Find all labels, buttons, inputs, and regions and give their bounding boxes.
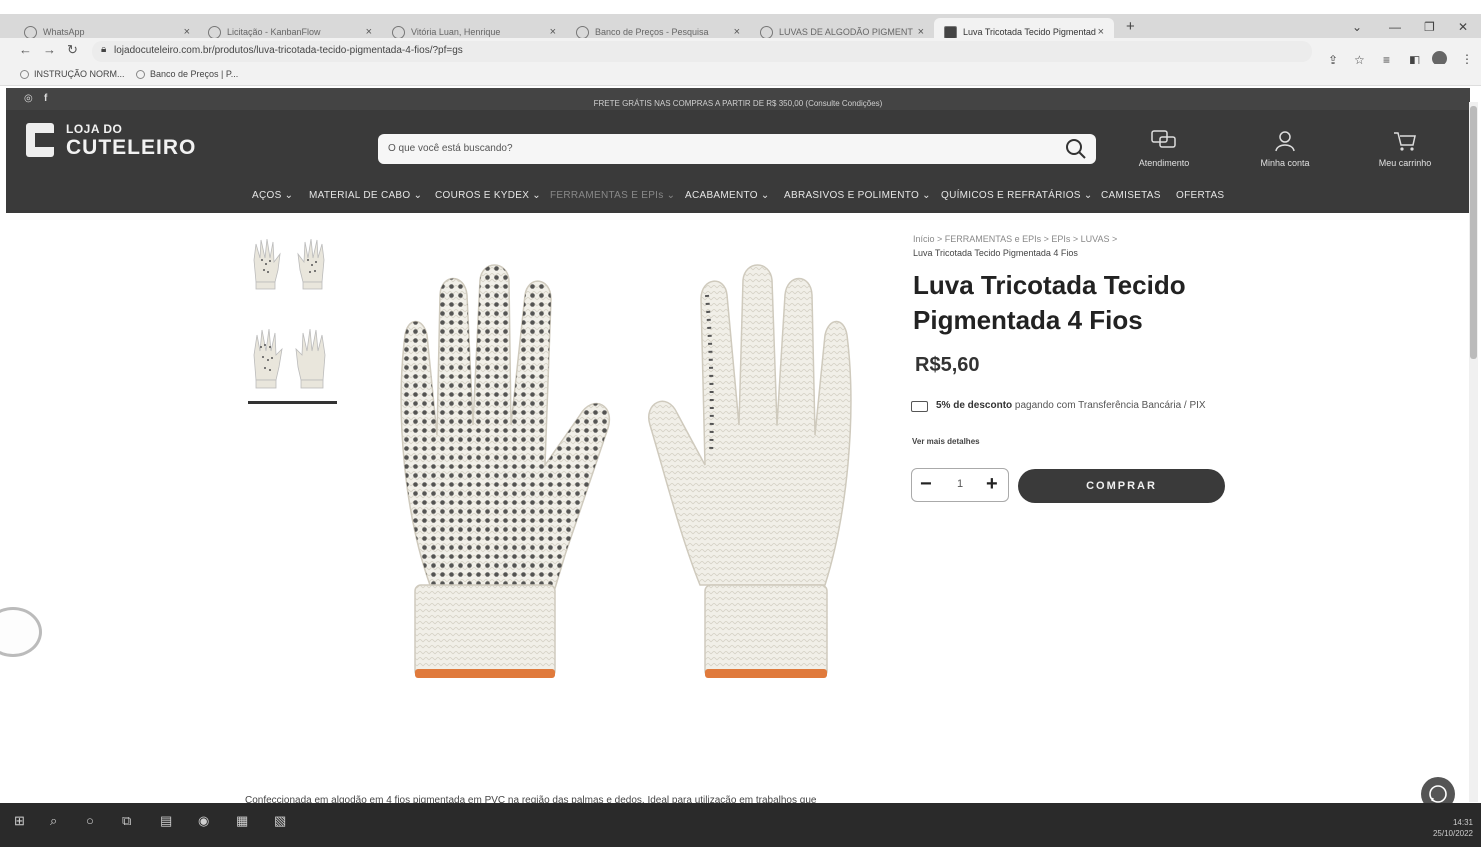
cortana-icon[interactable]: ○ (86, 813, 94, 828)
menu-item-acos[interactable]: AÇOS ⌄ (252, 190, 293, 201)
bookmark-label: Banco de Preços | P... (150, 69, 239, 79)
search-input[interactable]: O que você está buscando? (378, 134, 1096, 164)
logo-mark-icon[interactable] (26, 123, 54, 157)
scrollbar-thumb[interactable] (1470, 106, 1477, 359)
close-icon[interactable]: × (366, 26, 372, 38)
money-icon (911, 401, 928, 412)
tab-label: WhatsApp (43, 27, 85, 37)
close-icon[interactable]: × (184, 26, 190, 38)
breadcrumb-current: Luva Tricotada Tecido Pigmentada 4 Fios (913, 248, 1078, 258)
menu-item-camisetas[interactable]: CAMISETAS (1101, 190, 1161, 201)
close-icon[interactable]: × (734, 26, 740, 38)
menu-item-couros-e-kydex[interactable]: COUROS E KYDEX ⌄ (435, 190, 541, 201)
quantity-input[interactable]: 1 (950, 478, 970, 490)
cart-icon (1394, 132, 1416, 151)
tab-label: Vitória Luan, Henrique (411, 27, 501, 37)
excel-icon[interactable]: ▦ (236, 813, 248, 829)
close-icon[interactable]: × (550, 26, 556, 38)
product-thumbnail[interactable] (248, 232, 338, 302)
outlook-icon[interactable]: ▧ (274, 813, 286, 829)
discount-method: pagando com Transferência Bancária / PIX (1014, 400, 1206, 411)
tab-label: LUVAS DE ALGODÃO PIGMENT (779, 27, 913, 37)
search-icon[interactable]: ⌕ (50, 813, 57, 829)
back-icon[interactable]: ← (19, 42, 32, 57)
chat-bubbles-icon (1151, 130, 1176, 148)
thumbnail-selected-indicator (248, 401, 337, 404)
logo-line1[interactable]: LOJA DO (66, 122, 122, 136)
breadcrumb-path[interactable]: Início > FERRAMENTAS e EPIs > EPIs > LUV… (913, 232, 1213, 246)
floating-circle-widget[interactable] (0, 607, 42, 657)
product-title: Luva Tricotada Tecido Pigmentada 4 Fios (913, 270, 1186, 335)
more-details-link[interactable]: Ver mais detalhes (912, 437, 980, 446)
bookmark-icon (136, 69, 145, 79)
windows-start-icon[interactable]: ⊞ (14, 813, 25, 829)
site-icon (576, 25, 589, 39)
os-taskbar: ⊞ ⌕ ○ ⧉ ▤ ◉ ▦ ▧ 14:31 25/10/2022 (0, 803, 1481, 847)
video-icon (392, 25, 405, 39)
cart-link[interactable]: Meu carrinho (1365, 130, 1445, 168)
minimize-icon[interactable]: — (1389, 20, 1401, 34)
whatsapp-icon (24, 25, 37, 39)
payment-discount-note: 5% de desconto pagando com Transferência… (911, 400, 1231, 412)
bookmark-item[interactable]: INSTRUÇÃO NORM... (20, 69, 125, 79)
increase-quantity-button[interactable]: + (986, 473, 998, 496)
logo-line2[interactable]: CUTELEIRO (66, 136, 196, 160)
url-text: lojadocuteleiro.com.br/produtos/luva-tri… (114, 45, 463, 56)
site-header: ◎ f FRETE GRÁTIS NAS COMPRAS A PARTIR DE… (6, 88, 1470, 213)
reload-icon[interactable]: ↻ (67, 42, 78, 58)
kanbanflow-icon (208, 25, 221, 39)
support-label: Atendimento (1138, 158, 1190, 168)
user-icon (1275, 131, 1295, 152)
search-placeholder: O que você está buscando? (388, 143, 513, 154)
category-menu: AÇOS ⌄ MATERIAL DE CABO ⌄ COUROS E KYDEX… (6, 186, 1470, 206)
bookmark-item[interactable]: Banco de Preços | P... (136, 69, 238, 79)
clock-time: 14:31 (1452, 818, 1473, 827)
chrome-icon[interactable]: ◉ (198, 813, 209, 829)
menu-item-ferramentas-e-epis[interactable]: FERRAMENTAS E EPIs ⌄ (550, 190, 675, 201)
forward-icon[interactable]: → (43, 42, 56, 57)
menu-item-ofertas[interactable]: OFERTAS (1176, 190, 1224, 201)
free-shipping-banner[interactable]: FRETE GRÁTIS NAS COMPRAS A PARTIR DE R$ … (6, 99, 1470, 108)
new-tab-button[interactable]: + (1126, 18, 1135, 35)
decrease-quantity-button[interactable]: − (920, 473, 932, 496)
product-main-image[interactable] (375, 255, 875, 695)
task-view-icon[interactable]: ⧉ (122, 813, 131, 829)
menu-item-quimicos[interactable]: QUÍMICOS E REFRATÁRIOS ⌄ (941, 190, 1093, 201)
restore-icon[interactable]: ❐ (1424, 20, 1435, 34)
breadcrumb: Início > FERRAMENTAS e EPIs > EPIs > LUV… (913, 232, 1213, 260)
bookmark-label: INSTRUÇÃO NORM... (34, 69, 125, 79)
bookmark-icon (20, 69, 29, 79)
buy-button[interactable]: COMPRAR (1018, 469, 1225, 503)
discount-value: 5% de desconto (936, 400, 1013, 411)
close-icon[interactable]: × (918, 26, 924, 38)
tab-search-icon[interactable]: ⌄ (1352, 20, 1362, 34)
window-close-icon[interactable]: ✕ (1458, 20, 1468, 34)
product-thumbnail-selected[interactable] (248, 325, 338, 395)
cart-label: Meu carrinho (1378, 158, 1432, 168)
lock-icon: 🔒︎ (101, 44, 107, 55)
tab-label: Banco de Preços - Pesquisa (595, 27, 709, 37)
bookmarks-bar: INSTRUÇÃO NORM... Banco de Preços | P... (0, 64, 1481, 86)
menu-item-material-de-cabo[interactable]: MATERIAL DE CABO ⌄ (309, 190, 422, 201)
account-label: Minha conta (1260, 158, 1310, 168)
file-explorer-icon[interactable]: ▤ (160, 813, 172, 829)
store-favicon-icon (944, 25, 957, 39)
product-price: R$5,60 (915, 354, 980, 376)
menu-item-abrasivos[interactable]: ABRASIVOS E POLIMENTO ⌄ (784, 190, 931, 201)
taskbar-clock[interactable]: 14:31 25/10/2022 (1433, 817, 1473, 839)
support-link[interactable]: Atendimento (1124, 130, 1204, 168)
search-icon[interactable] (1064, 138, 1088, 160)
tab-label: Luva Tricotada Tecido Pigmentad (963, 27, 1096, 37)
close-icon[interactable]: × (1098, 26, 1104, 38)
account-link[interactable]: Minha conta (1245, 130, 1325, 168)
google-icon (760, 25, 773, 39)
clock-date: 25/10/2022 (1432, 829, 1473, 838)
menu-item-acabamento[interactable]: ACABAMENTO ⌄ (685, 190, 770, 201)
quantity-stepper: − 1 + (911, 468, 1009, 502)
tab-label: Licitação - KanbanFlow (227, 27, 321, 37)
address-bar[interactable]: 🔒︎ lojadocuteleiro.com.br/produtos/luva-… (92, 41, 1312, 62)
